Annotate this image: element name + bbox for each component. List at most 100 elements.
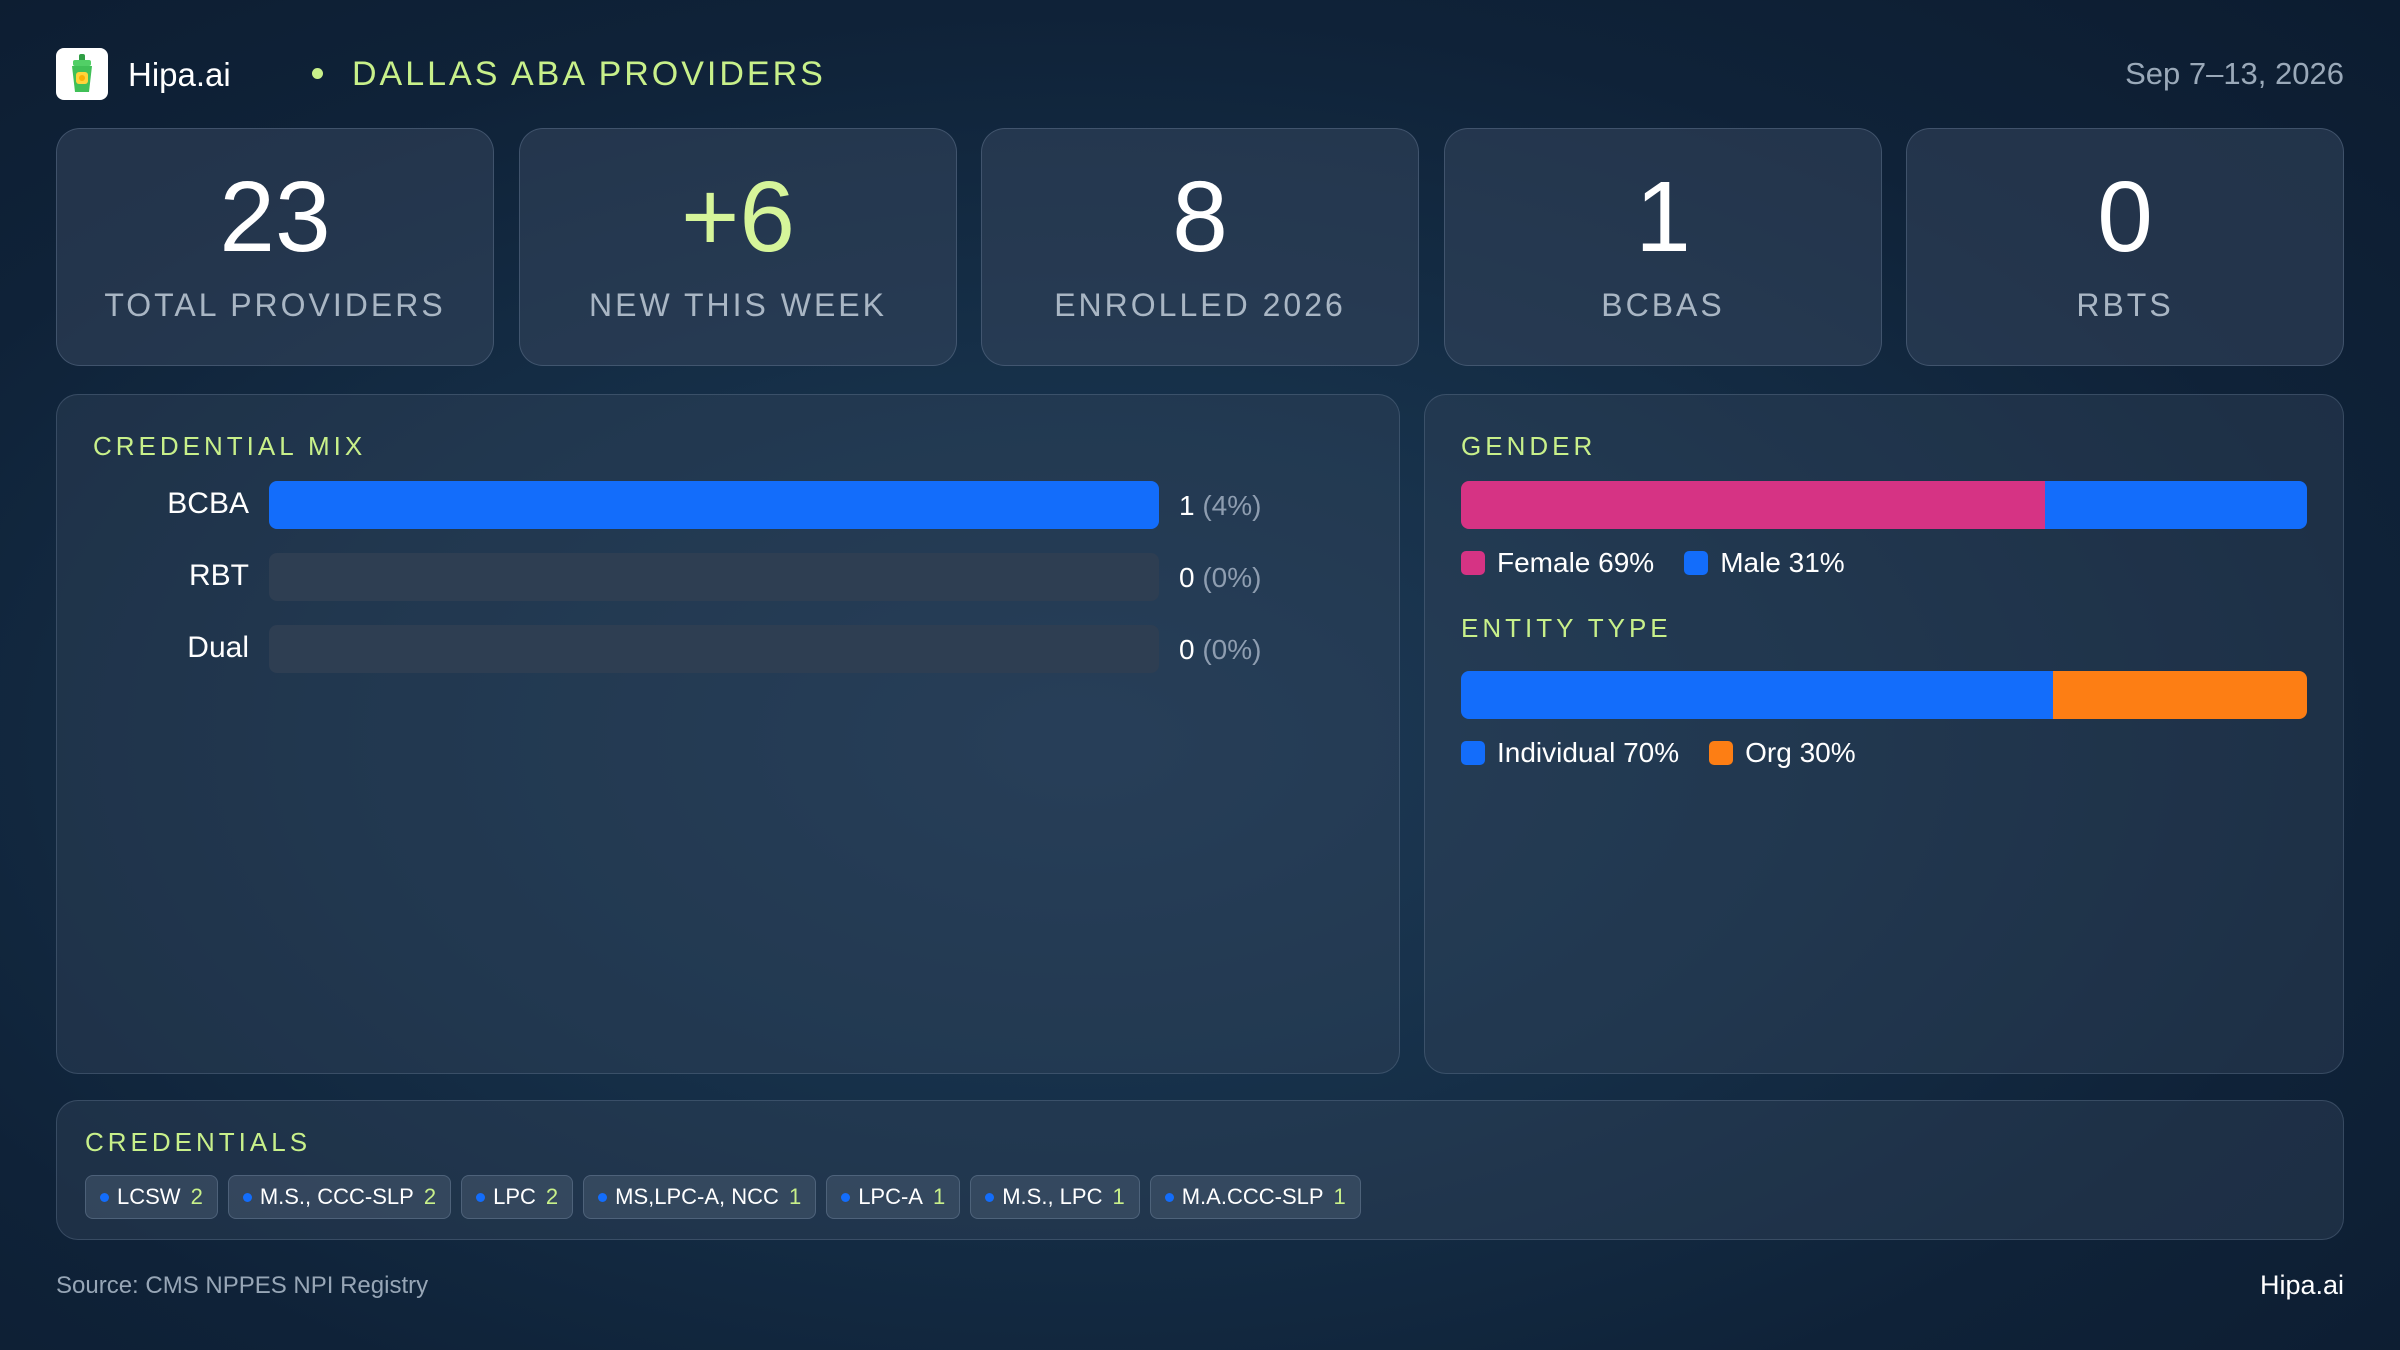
kpi-bcbas: 1 BCBAS xyxy=(1444,128,1882,366)
kpi-value: 23 xyxy=(219,161,331,273)
date-range: Sep 7–13, 2026 xyxy=(2125,56,2344,91)
app-logo xyxy=(56,48,108,100)
chip-dot-icon xyxy=(242,1192,252,1202)
credential-chip[interactable]: LPC 2 xyxy=(461,1175,574,1219)
legend-swatch xyxy=(1684,551,1709,575)
kpi-row: 23 TOTAL PROVIDERS +6 NEW THIS WEEK 8 EN… xyxy=(56,128,2344,366)
chip-count: 1 xyxy=(932,1184,946,1209)
kpi-label: TOTAL PROVIDERS xyxy=(104,287,446,323)
source-note: Source: CMS NPPES NPI Registry xyxy=(56,1272,429,1299)
credential-chip[interactable]: LCSW 2 xyxy=(85,1175,218,1219)
credential-pct: (0%) xyxy=(1202,634,1262,665)
credential-row-label: Dual xyxy=(187,631,249,664)
kpi-label: RBTS xyxy=(2076,287,2174,323)
footer-brand: Hipa.ai xyxy=(2259,1270,2344,1300)
kpi-label: NEW THIS WEEK xyxy=(589,287,887,323)
legend-label: Male 31% xyxy=(1720,547,1845,578)
entity-type-legend: Individual 70% Org 30% xyxy=(1461,735,1886,771)
legend-swatch xyxy=(1461,741,1485,765)
chip-count: 2 xyxy=(545,1184,559,1209)
chip-dot-icon xyxy=(985,1192,995,1202)
credentials-panel: CREDENTIALS LCSW 2 M.S., CCC-SLP 2 LPC 2… xyxy=(56,1100,2344,1240)
chip-count: 2 xyxy=(190,1184,203,1209)
chip-dot-icon xyxy=(598,1192,608,1202)
gender-title: GENDER xyxy=(1461,431,1597,461)
kpi-rbts: 0 RBTS xyxy=(1906,128,2344,366)
demographics-panel: GENDER Female 69% Male 31% ENTITY TYPE I… xyxy=(1424,394,2344,1074)
kpi-value: 0 xyxy=(2097,161,2153,273)
credential-mix-panel: CREDENTIAL MIX BCBA 1 (4%) RBT 0 (0%) Du… xyxy=(56,394,1400,1074)
kpi-total-providers: 23 TOTAL PROVIDERS xyxy=(56,128,494,366)
chip-dot-icon xyxy=(1164,1192,1174,1202)
credential-row-value: 1 (4%) xyxy=(1179,490,1261,522)
legend-swatch xyxy=(1709,741,1734,765)
credential-pct: (4%) xyxy=(1202,490,1262,521)
credential-chip[interactable]: M.A.CCC-SLP 1 xyxy=(1149,1175,1361,1219)
credential-row-value: 0 (0%) xyxy=(1179,562,1261,594)
credential-chip-list: LCSW 2 M.S., CCC-SLP 2 LPC 2 MS,LPC-A, N… xyxy=(85,1175,1371,1219)
credential-bar-track xyxy=(269,481,1159,529)
panel-title: CREDENTIAL MIX xyxy=(93,431,367,461)
chip-dot-icon xyxy=(476,1192,486,1202)
credential-bar-track xyxy=(269,553,1159,601)
credential-row-label: RBT xyxy=(189,559,249,592)
credential-count: 1 xyxy=(1179,490,1195,521)
kpi-value: 8 xyxy=(1172,161,1228,273)
credential-row-value: 0 (0%) xyxy=(1179,634,1261,666)
chip-name: M.S., LPC xyxy=(1002,1184,1103,1209)
kpi-new-this-week: +6 NEW THIS WEEK xyxy=(519,128,957,366)
chip-count: 2 xyxy=(423,1184,437,1209)
credential-pct: (0%) xyxy=(1202,562,1262,593)
gender-bar xyxy=(1461,481,2307,529)
chip-name: LCSW xyxy=(117,1184,181,1209)
credential-bar-fill xyxy=(269,481,1159,529)
kpi-value: +6 xyxy=(680,161,795,273)
credential-row-label: BCBA xyxy=(167,487,249,520)
region-title: DALLAS ABA PROVIDERS xyxy=(352,55,826,93)
kpi-value: 1 xyxy=(1635,161,1691,273)
legend-label: Female 69% xyxy=(1497,547,1655,578)
credential-count: 0 xyxy=(1179,634,1195,665)
kpi-label: BCBAS xyxy=(1601,287,1725,323)
credential-chip[interactable]: MS,LPC-A, NCC 1 xyxy=(583,1175,817,1219)
legend-label: Org 30% xyxy=(1745,737,1856,768)
gender-segment-female xyxy=(1461,481,2045,529)
chip-count: 1 xyxy=(788,1184,802,1209)
chip-dot-icon xyxy=(100,1192,109,1202)
legend-item-org: Org 30% xyxy=(1709,737,1856,769)
credential-chip[interactable]: LPC-A 1 xyxy=(826,1175,961,1219)
credential-bar-track xyxy=(269,625,1159,673)
separator-dot xyxy=(312,68,323,79)
credential-row-dual: Dual 0 (0%) xyxy=(93,625,1393,673)
cup-icon xyxy=(72,54,92,92)
kpi-enrolled: 8 ENROLLED 2026 xyxy=(981,128,1419,366)
legend-item-individual: Individual 70% xyxy=(1461,737,1679,769)
entity-segment-individual xyxy=(1461,671,2054,719)
entity-segment-org xyxy=(2053,671,2307,719)
kpi-label: ENROLLED 2026 xyxy=(1054,287,1346,323)
credential-row-bcba: BCBA 1 (4%) xyxy=(93,481,1393,529)
legend-item-male: Male 31% xyxy=(1684,547,1845,579)
chip-name: LPC xyxy=(493,1184,536,1209)
credential-chip[interactable]: M.S., CCC-SLP 2 xyxy=(227,1175,452,1219)
chip-name: LPC-A xyxy=(858,1184,923,1209)
legend-swatch xyxy=(1461,551,1485,575)
header: Hipa.ai DALLAS ABA PROVIDERS Sep 7–13, 2… xyxy=(56,48,2344,100)
gender-legend: Female 69% Male 31% xyxy=(1461,545,1875,581)
chip-dot-icon xyxy=(841,1192,851,1202)
credentials-title: CREDENTIALS xyxy=(85,1127,312,1157)
entity-type-title: ENTITY TYPE xyxy=(1461,613,1672,643)
brand-name: Hipa.ai xyxy=(128,56,231,93)
credential-chip[interactable]: M.S., LPC 1 xyxy=(970,1175,1140,1219)
chip-count: 1 xyxy=(1112,1184,1125,1209)
chip-name: MS,LPC-A, NCC xyxy=(615,1184,779,1209)
legend-label: Individual 70% xyxy=(1497,737,1680,768)
entity-type-bar xyxy=(1461,671,2307,719)
chip-name: M.A.CCC-SLP xyxy=(1181,1184,1324,1209)
chip-count: 1 xyxy=(1333,1184,1346,1209)
credential-count: 0 xyxy=(1179,562,1195,593)
legend-item-female: Female 69% xyxy=(1461,547,1654,579)
chip-name: M.S., CCC-SLP xyxy=(259,1184,414,1209)
credential-row-rbt: RBT 0 (0%) xyxy=(93,553,1393,601)
gender-segment-male xyxy=(2044,481,2307,529)
